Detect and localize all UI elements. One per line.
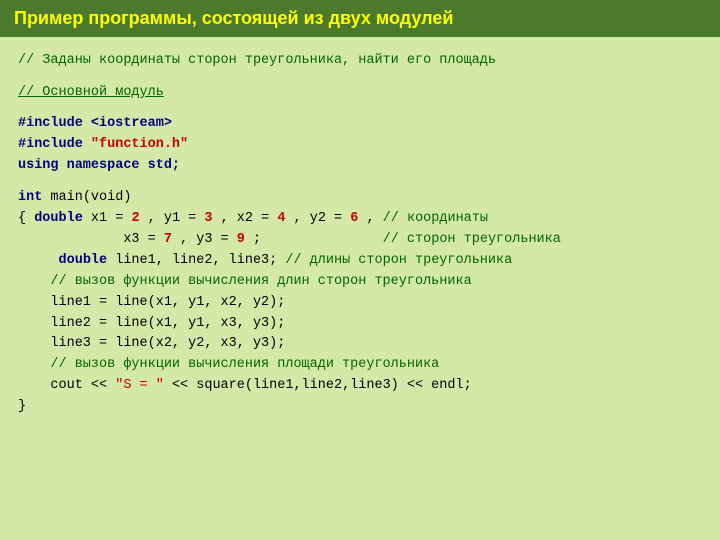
num-2: 2 xyxy=(131,211,139,226)
keyword-int: int xyxy=(18,190,42,205)
code-area: // Заданы координаты сторон треугольника… xyxy=(0,37,720,432)
directive-1: #include <iostream> xyxy=(18,116,172,131)
line-double2: double line1, line2, line3; // длины сто… xyxy=(18,251,702,272)
code-line2: line2 = line(x1, y1, x3, y3); xyxy=(18,316,285,331)
code-lines: line1, line2, line3; xyxy=(115,253,285,268)
comment-call2: // вызов функции вычисления площади треу… xyxy=(18,357,439,372)
main-sig: main(void) xyxy=(42,190,131,205)
code-sq: << square(line1,line2,line3) << endl; xyxy=(172,378,472,393)
line-include1: #include <iostream> xyxy=(18,114,702,135)
num-9: 9 xyxy=(237,232,245,247)
line-brace: { double x1 = 2 , y1 = 3 , x2 = 4 , y2 =… xyxy=(18,209,702,230)
code-line1: line1 = line(x1, y1, x2, y2); xyxy=(18,295,285,310)
indent-double xyxy=(18,253,50,268)
title-bar: Пример программы, состоящей из двух моду… xyxy=(0,0,720,37)
comment-call1: // вызов функции вычисления длин сторон … xyxy=(18,274,472,289)
keyword-double1: double xyxy=(34,211,83,226)
line-x3: x3 = 7 , y3 = 9 ; // сторон треугольника xyxy=(18,230,702,251)
line-main: int main(void) xyxy=(18,188,702,209)
code-y3: , y3 = xyxy=(180,232,237,247)
comment-1: // Заданы координаты сторон треугольника… xyxy=(18,53,496,68)
line-2: // Основной модуль xyxy=(18,83,702,104)
code-cout: cout << xyxy=(18,378,115,393)
slide-container: Пример программы, состоящей из двух моду… xyxy=(0,0,720,540)
blank-2 xyxy=(18,104,702,115)
blank-3 xyxy=(18,177,702,188)
keyword-using: using namespace std; xyxy=(18,158,180,173)
code-comma: , xyxy=(366,211,382,226)
string-s: "S = " xyxy=(115,378,164,393)
line-using: using namespace std; xyxy=(18,156,702,177)
num-6: 6 xyxy=(350,211,358,226)
line-1: // Заданы координаты сторон треугольника… xyxy=(18,51,702,72)
code-x2: , x2 = xyxy=(221,211,278,226)
code-line3: line3 = line(x2, y2, x3, y3); xyxy=(18,336,285,351)
code-semi: ; xyxy=(253,232,375,247)
num-3: 3 xyxy=(204,211,212,226)
line-cout: cout << "S = " << square(line1,line2,lin… xyxy=(18,376,702,397)
blank-1 xyxy=(18,72,702,83)
code-y2: , y2 = xyxy=(294,211,351,226)
line-include2: #include "function.h" xyxy=(18,135,702,156)
line-comment-call2: // вызов функции вычисления площади треу… xyxy=(18,355,702,376)
code-y1: , y1 = xyxy=(148,211,205,226)
comment-lengths: // длины сторон треугольника xyxy=(285,253,512,268)
num-7: 7 xyxy=(164,232,172,247)
line-line1: line1 = line(x1, y1, x2, y2); xyxy=(18,293,702,314)
line-line2: line2 = line(x1, y1, x3, y3); xyxy=(18,314,702,335)
comment-coords: // координаты xyxy=(383,211,488,226)
comment-2: // Основной модуль xyxy=(18,85,164,100)
brace-close: } xyxy=(18,399,26,414)
line-comment-call1: // вызов функции вычисления длин сторон … xyxy=(18,272,702,293)
code-x1: x1 = xyxy=(91,211,132,226)
comment-sides: // сторон треугольника xyxy=(383,232,561,247)
directive-2: #include "function.h" xyxy=(18,137,188,152)
keyword-double2: double xyxy=(59,253,108,268)
indent-x3: x3 = xyxy=(18,232,164,247)
slide-title: Пример программы, состоящей из двух моду… xyxy=(14,8,453,28)
num-4: 4 xyxy=(277,211,285,226)
line-closing-brace: } xyxy=(18,397,702,418)
brace-open: { xyxy=(18,211,34,226)
line-line3: line3 = line(x2, y2, x3, y3); xyxy=(18,334,702,355)
